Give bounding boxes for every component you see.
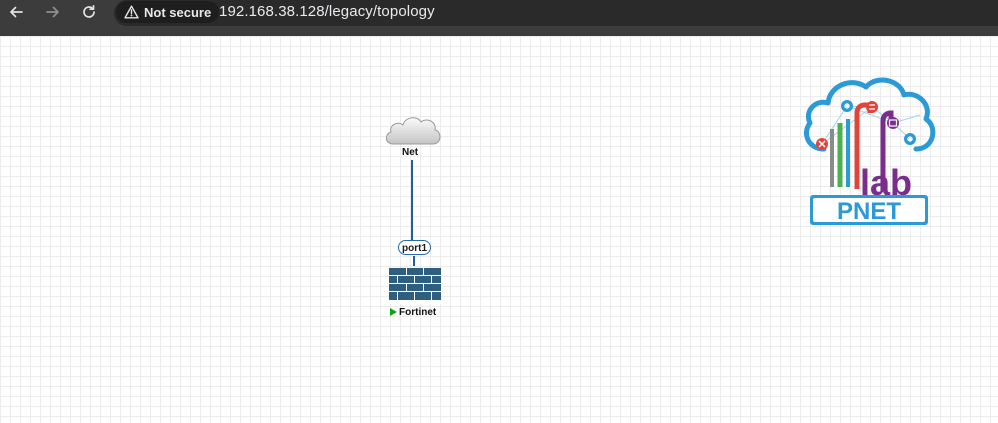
node-label-fortinet-text: Fortinet bbox=[399, 307, 437, 318]
firewall-icon[interactable] bbox=[388, 266, 442, 306]
security-indicator[interactable]: Not secure bbox=[116, 1, 220, 23]
port-label[interactable]: port1 bbox=[398, 240, 431, 255]
reload-icon bbox=[83, 4, 95, 18]
browser-toolbar: Not secure 192.168.38.128/legacy/topolog… bbox=[0, 0, 998, 36]
forward-button[interactable] bbox=[42, 1, 64, 23]
warning-triangle-icon bbox=[124, 5, 139, 19]
pnet-text: PNET bbox=[837, 198, 901, 225]
cloud-icon[interactable] bbox=[383, 112, 443, 148]
node-label-net[interactable]: Net bbox=[402, 147, 418, 158]
arrow-left-icon bbox=[10, 6, 23, 18]
back-button[interactable] bbox=[5, 1, 27, 23]
arrow-right-icon bbox=[46, 6, 59, 18]
pnet-lab-logo: lab PNET bbox=[804, 77, 936, 225]
running-status-icon bbox=[390, 308, 397, 316]
reload-button[interactable] bbox=[78, 1, 100, 23]
url-text[interactable]: 192.168.38.128/legacy/topology bbox=[219, 3, 435, 20]
security-label: Not secure bbox=[144, 4, 212, 20]
node-label-fortinet[interactable]: Fortinet bbox=[390, 307, 436, 318]
